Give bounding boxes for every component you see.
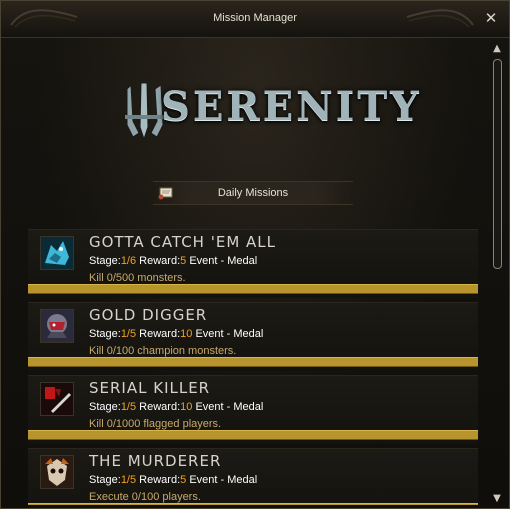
daily-missions-button[interactable]: Daily Missions (153, 181, 353, 205)
serenity-logo: SERENITY (121, 81, 419, 143)
mission-description: Execute 0/100 players. (89, 491, 201, 503)
mission-meta: Stage:1/5 Reward:5 Event - Medal (89, 474, 258, 486)
progress-bar (28, 357, 478, 367)
mission-item[interactable]: GOLD DIGGER Stage:1/5 Reward:10 Event - … (28, 302, 478, 371)
chevron-up-icon[interactable]: ▲ (490, 43, 504, 55)
mission-description: Kill 0/1000 flagged players. (89, 418, 222, 430)
mission-item[interactable]: THE MURDERER Stage:1/5 Reward:5 Event - … (28, 448, 478, 505)
progress-bar (28, 503, 478, 505)
masked-rogue-icon (40, 309, 74, 343)
mission-manager-window: Mission Manager ✕ SERENITY Daily Mission… (0, 0, 510, 509)
mission-list: GOTTA CATCH 'EM ALL Stage:1/6 Reward:5 E… (28, 229, 478, 505)
mission-item[interactable]: SERIAL KILLER Stage:1/5 Reward:10 Event … (28, 375, 478, 444)
red-blade-icon (40, 382, 74, 416)
scroll-track[interactable] (493, 59, 502, 485)
progress-bar (28, 430, 478, 440)
skull-mask-icon (40, 455, 74, 489)
mission-description: Kill 0/500 monsters. (89, 272, 186, 284)
daily-missions-label: Daily Missions (217, 187, 289, 199)
scrollbar[interactable]: ▲ ▼ (490, 43, 504, 505)
window-title: Mission Manager (213, 12, 297, 24)
mission-meta: Stage:1/5 Reward:10 Event - Medal (89, 401, 264, 413)
mission-description: Kill 0/100 champion monsters. (89, 345, 237, 357)
mission-name: GOTTA CATCH 'EM ALL (89, 233, 277, 251)
logo-text: SERENITY (161, 83, 422, 130)
title-bar[interactable]: Mission Manager ✕ (1, 1, 509, 38)
mission-item[interactable]: GOTTA CATCH 'EM ALL Stage:1/6 Reward:5 E… (28, 229, 478, 298)
mission-name: SERIAL KILLER (89, 379, 211, 397)
mission-meta: Stage:1/5 Reward:10 Event - Medal (89, 328, 264, 340)
chevron-down-icon[interactable]: ▼ (490, 493, 504, 505)
close-icon[interactable]: ✕ (483, 10, 499, 26)
blue-beast-icon (40, 236, 74, 270)
mission-meta: Stage:1/6 Reward:5 Event - Medal (89, 255, 258, 267)
mission-name: GOLD DIGGER (89, 306, 208, 324)
progress-bar (28, 284, 478, 294)
scroll-thumb[interactable] (493, 59, 502, 269)
mission-name: THE MURDERER (89, 452, 222, 470)
